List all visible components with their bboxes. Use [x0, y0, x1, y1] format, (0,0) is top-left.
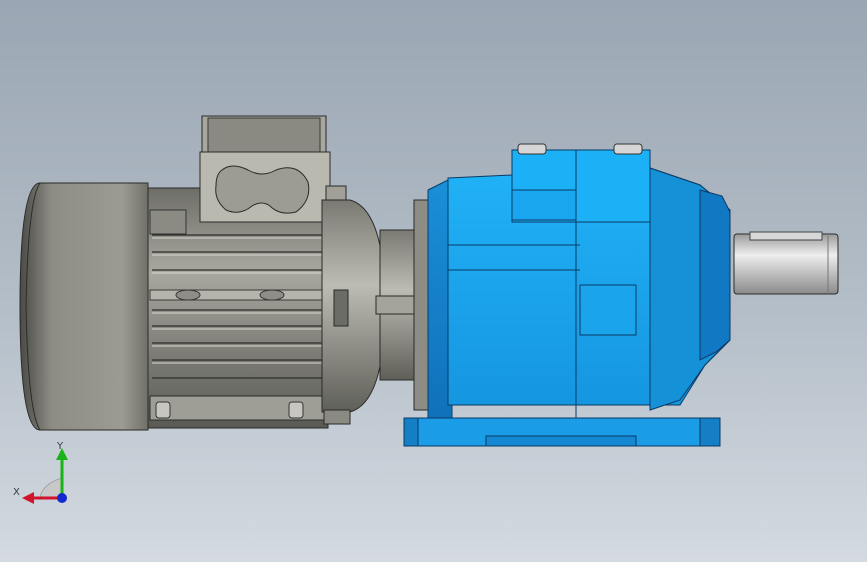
- motor-body: [147, 187, 329, 429]
- output-shaft: [733, 231, 839, 295]
- x-axis-label: X: [13, 487, 20, 498]
- y-axis-label: Y: [56, 441, 64, 452]
- graphics-viewport[interactable]: Y X: [0, 0, 867, 562]
- gearmotor-model[interactable]: [0, 0, 867, 562]
- z-axis-origin: [57, 493, 67, 503]
- gearbox-housing: [427, 143, 731, 440]
- motor-end-cap: [19, 182, 149, 431]
- adapter-neck: [375, 199, 431, 411]
- axis-triad: Y X: [13, 441, 68, 504]
- gearbox-feet: [403, 417, 721, 447]
